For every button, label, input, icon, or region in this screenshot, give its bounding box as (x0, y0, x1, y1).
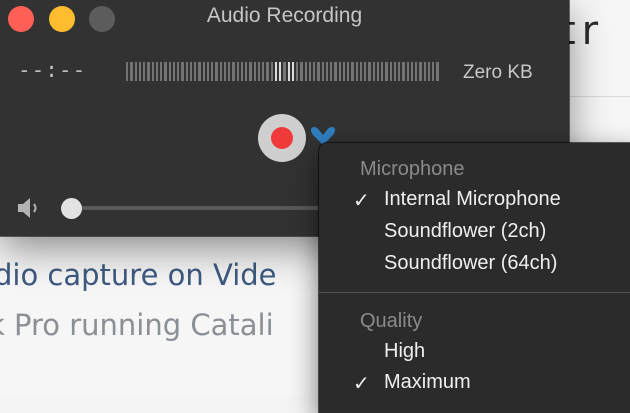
record-icon (271, 127, 293, 149)
elapsed-time: --:-- (18, 58, 87, 82)
menu-section-quality: Quality (360, 310, 423, 332)
menu-item-label: Maximum (384, 371, 471, 393)
volume-slider-knob[interactable] (61, 198, 82, 219)
menu-item-quality-high[interactable]: High (319, 337, 630, 369)
menu-item-label: Soundflower (64ch) (384, 252, 558, 274)
record-button[interactable] (258, 114, 306, 162)
checkmark-icon: ✓ (353, 373, 370, 395)
menu-item-soundflower-64ch[interactable]: Soundflower (64ch) (319, 249, 630, 281)
audio-level-meter (126, 62, 439, 81)
file-size: Zero KB (463, 62, 533, 83)
options-menu: Microphone ✓ Internal Microphone Soundfl… (319, 143, 630, 413)
background-link-text[interactable]: dio capture on Vide (0, 258, 277, 292)
menu-item-label: Internal Microphone (384, 188, 561, 210)
volume-slider[interactable] (70, 206, 330, 210)
speaker-icon (18, 198, 37, 218)
menu-section-microphone: Microphone (360, 158, 465, 180)
menu-item-label: Soundflower (2ch) (384, 220, 547, 242)
checkmark-icon: ✓ (353, 190, 370, 212)
menu-item-soundflower-2ch[interactable]: Soundflower (2ch) (319, 217, 630, 249)
window-title: Audio Recording (206, 4, 363, 27)
background-subtitle-text: k Pro running Catali (0, 308, 274, 342)
menu-item-quality-maximum[interactable]: ✓ Maximum (319, 368, 630, 400)
menu-item-internal-microphone[interactable]: ✓ Internal Microphone (319, 185, 630, 217)
menu-separator (319, 292, 630, 293)
menu-item-label: High (384, 340, 426, 362)
